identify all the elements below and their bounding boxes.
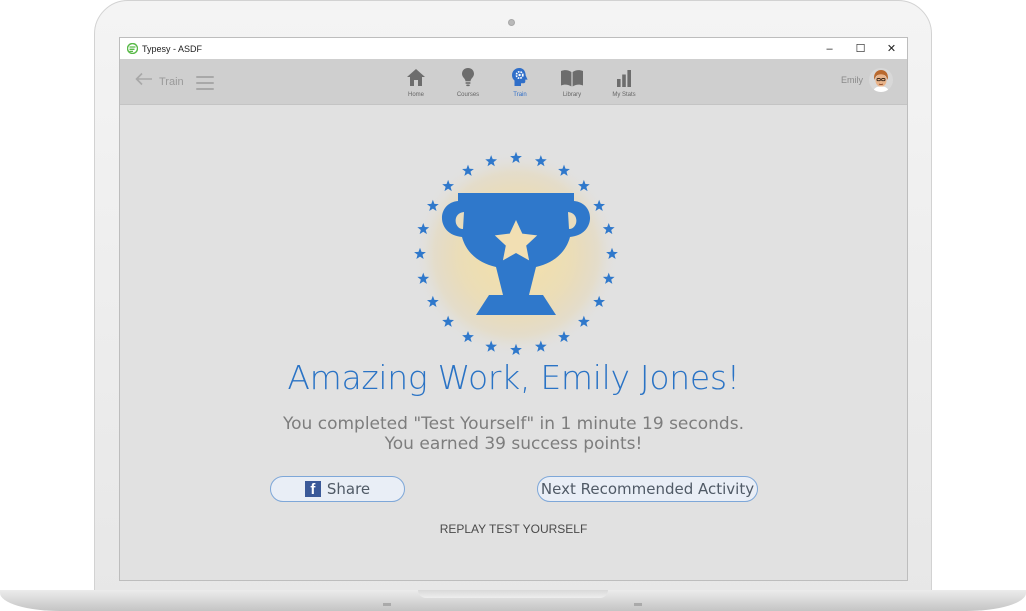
nav-label: My Stats bbox=[612, 92, 636, 98]
laptop-foot bbox=[634, 603, 642, 606]
lightbulb-icon bbox=[461, 66, 475, 87]
user-name: Emily bbox=[841, 75, 863, 85]
book-icon bbox=[560, 66, 584, 87]
facebook-icon: f bbox=[304, 481, 321, 497]
laptop-notch bbox=[418, 590, 608, 598]
app-window: Typesy - ASDF – ☐ ✕ Train Home Courses T… bbox=[119, 37, 908, 581]
window-controls: – ☐ ✕ bbox=[814, 38, 907, 59]
arrow-left-icon bbox=[135, 72, 153, 91]
summary-line-points: You earned 39 success points! bbox=[384, 434, 643, 454]
bar-chart-icon bbox=[616, 66, 632, 87]
maximize-button[interactable]: ☐ bbox=[845, 38, 876, 59]
brain-gear-icon bbox=[511, 66, 529, 87]
summary-line-time: You completed "Test Yourself" in 1 minut… bbox=[283, 414, 744, 434]
app-navbar: Train Home Courses Train Library My Stat… bbox=[120, 59, 907, 105]
close-button[interactable]: ✕ bbox=[876, 38, 907, 59]
next-activity-button[interactable]: Next Recommended Activity bbox=[537, 476, 758, 502]
replay-link[interactable]: REPLAY TEST YOURSELF bbox=[120, 522, 907, 536]
back-label: Train bbox=[159, 75, 184, 88]
window-titlebar: Typesy - ASDF – ☐ ✕ bbox=[120, 38, 907, 59]
nav-label: Courses bbox=[456, 92, 480, 98]
main-nav: Home Courses Train Library My Stats bbox=[390, 66, 650, 98]
nav-item-home[interactable]: Home bbox=[390, 66, 442, 98]
laptop-foot bbox=[383, 603, 391, 606]
next-activity-label: Next Recommended Activity bbox=[540, 480, 755, 498]
nav-item-train[interactable]: Train bbox=[494, 66, 546, 98]
nav-label: Library bbox=[562, 92, 582, 98]
back-button[interactable]: Train bbox=[135, 72, 184, 91]
hamburger-menu-icon[interactable] bbox=[196, 76, 214, 90]
avatar bbox=[869, 68, 893, 92]
nav-label: Home bbox=[407, 92, 424, 98]
headline: Amazing Work, Emily Jones! bbox=[287, 358, 740, 397]
share-label: Share bbox=[326, 480, 371, 498]
nav-item-library[interactable]: Library bbox=[546, 66, 598, 98]
user-menu[interactable]: Emily bbox=[841, 68, 893, 92]
window-title: Typesy - ASDF bbox=[142, 43, 203, 54]
camera-dot bbox=[508, 19, 515, 26]
completion-summary: You completed "Test Yourself" in 1 minut… bbox=[120, 414, 907, 454]
results-panel: Amazing Work, Emily Jones! You completed… bbox=[120, 105, 907, 580]
home-icon bbox=[406, 66, 426, 87]
nav-item-my-stats[interactable]: My Stats bbox=[598, 66, 650, 98]
trophy-badge bbox=[406, 145, 626, 363]
typesy-logo-icon bbox=[127, 43, 138, 54]
nav-label: Train bbox=[513, 92, 527, 98]
share-button[interactable]: f Share bbox=[270, 476, 405, 502]
minimize-button[interactable]: – bbox=[814, 38, 845, 59]
nav-item-courses[interactable]: Courses bbox=[442, 66, 494, 98]
